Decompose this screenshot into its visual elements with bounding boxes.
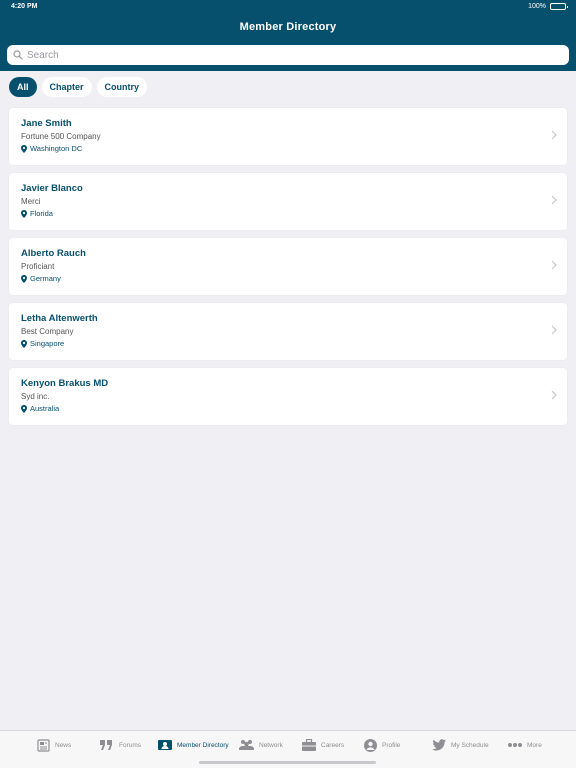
filter-country[interactable]: Country bbox=[96, 77, 148, 97]
member-location: Germany bbox=[21, 274, 61, 283]
member-name: Letha Altenwerth bbox=[21, 313, 98, 324]
filter-all[interactable]: All bbox=[9, 77, 37, 97]
battery-icon bbox=[550, 3, 568, 10]
member-card[interactable]: Jane Smith Fortune 500 Company Washingto… bbox=[9, 108, 567, 165]
member-location-text: Germany bbox=[30, 274, 61, 283]
chevron-right-icon bbox=[551, 195, 557, 205]
tab-label: Member Directory bbox=[177, 741, 229, 749]
location-pin-icon bbox=[21, 404, 27, 413]
quote-icon bbox=[100, 740, 112, 750]
chevron-right-icon bbox=[551, 260, 557, 270]
member-company: Proficiant bbox=[21, 262, 55, 271]
location-pin-icon bbox=[21, 144, 27, 153]
location-pin-icon bbox=[21, 274, 27, 283]
tab-label: Forums bbox=[119, 741, 142, 749]
status-right: 100% bbox=[528, 3, 568, 10]
search-icon bbox=[13, 50, 23, 60]
chevron-right-icon bbox=[551, 325, 557, 335]
member-name: Alberto Rauch bbox=[21, 248, 86, 259]
member-location-text: Washington DC bbox=[30, 144, 83, 153]
more-dots-icon bbox=[508, 743, 522, 747]
member-location-text: Australia bbox=[30, 404, 60, 413]
filter-chapter[interactable]: Chapter bbox=[41, 77, 92, 97]
member-company: Merci bbox=[21, 197, 41, 206]
briefcase-icon bbox=[302, 739, 316, 751]
member-card[interactable]: Javier Blanco Merci Florida bbox=[9, 173, 567, 230]
header: 4:20 PM 100% Member Directory Search bbox=[0, 0, 576, 71]
tab-label: Network bbox=[259, 741, 283, 749]
member-card[interactable]: Letha Altenwerth Best Company Singapore bbox=[9, 303, 567, 360]
member-location: Australia bbox=[21, 404, 59, 413]
tab-network[interactable]: Network bbox=[239, 738, 283, 752]
bird-icon bbox=[432, 739, 446, 751]
tab-member-directory[interactable]: Member Directory bbox=[158, 738, 229, 752]
tab-forums[interactable]: Forums bbox=[99, 738, 141, 752]
tab-label: News bbox=[55, 741, 72, 749]
member-company: Syd inc. bbox=[21, 392, 50, 401]
user-circle-icon bbox=[364, 738, 377, 752]
chevron-right-icon bbox=[551, 130, 557, 140]
member-location-text: Singapore bbox=[30, 339, 65, 348]
tab-bar: News Forums Member Directory Network Car… bbox=[0, 730, 576, 768]
tab-news[interactable]: News bbox=[37, 738, 71, 752]
member-name: Kenyon Brakus MD bbox=[21, 378, 109, 389]
tab-profile[interactable]: Profile bbox=[364, 738, 400, 752]
search-placeholder: Search bbox=[27, 49, 59, 61]
home-indicator bbox=[199, 761, 376, 764]
status-time: 4:20 PM bbox=[11, 3, 38, 10]
location-pin-icon bbox=[21, 209, 27, 218]
tab-more[interactable]: More bbox=[508, 738, 542, 752]
tab-label: More bbox=[527, 741, 542, 749]
member-name: Javier Blanco bbox=[21, 183, 83, 194]
battery-percent: 100% bbox=[528, 3, 546, 10]
member-location-text: Florida bbox=[30, 209, 53, 218]
tab-my-schedule[interactable]: My Schedule bbox=[432, 738, 489, 752]
newspaper-icon bbox=[37, 738, 50, 752]
tab-label: Profile bbox=[382, 741, 401, 749]
member-card[interactable]: Alberto Rauch Proficiant Germany bbox=[9, 238, 567, 295]
member-card[interactable]: Kenyon Brakus MD Syd inc. Australia bbox=[9, 368, 567, 425]
member-list: Jane Smith Fortune 500 Company Washingto… bbox=[9, 108, 567, 433]
member-location: Florida bbox=[21, 209, 53, 218]
location-pin-icon bbox=[21, 339, 27, 348]
member-location: Washington DC bbox=[21, 144, 82, 153]
tab-careers[interactable]: Careers bbox=[302, 738, 344, 752]
tab-label: My Schedule bbox=[451, 741, 489, 749]
chevron-right-icon bbox=[551, 390, 557, 400]
page-title: Member Directory bbox=[239, 21, 337, 33]
search-input[interactable]: Search bbox=[7, 45, 569, 65]
member-company: Fortune 500 Company bbox=[21, 132, 101, 141]
tab-label: Careers bbox=[321, 741, 345, 749]
filter-bar: All Chapter Country bbox=[9, 77, 148, 97]
people-icon bbox=[239, 740, 254, 750]
member-name: Jane Smith bbox=[21, 118, 72, 129]
status-bar: 4:20 PM 100% bbox=[0, 0, 576, 14]
contact-card-icon bbox=[158, 740, 172, 750]
member-location: Singapore bbox=[21, 339, 64, 348]
member-company: Best Company bbox=[21, 327, 74, 336]
